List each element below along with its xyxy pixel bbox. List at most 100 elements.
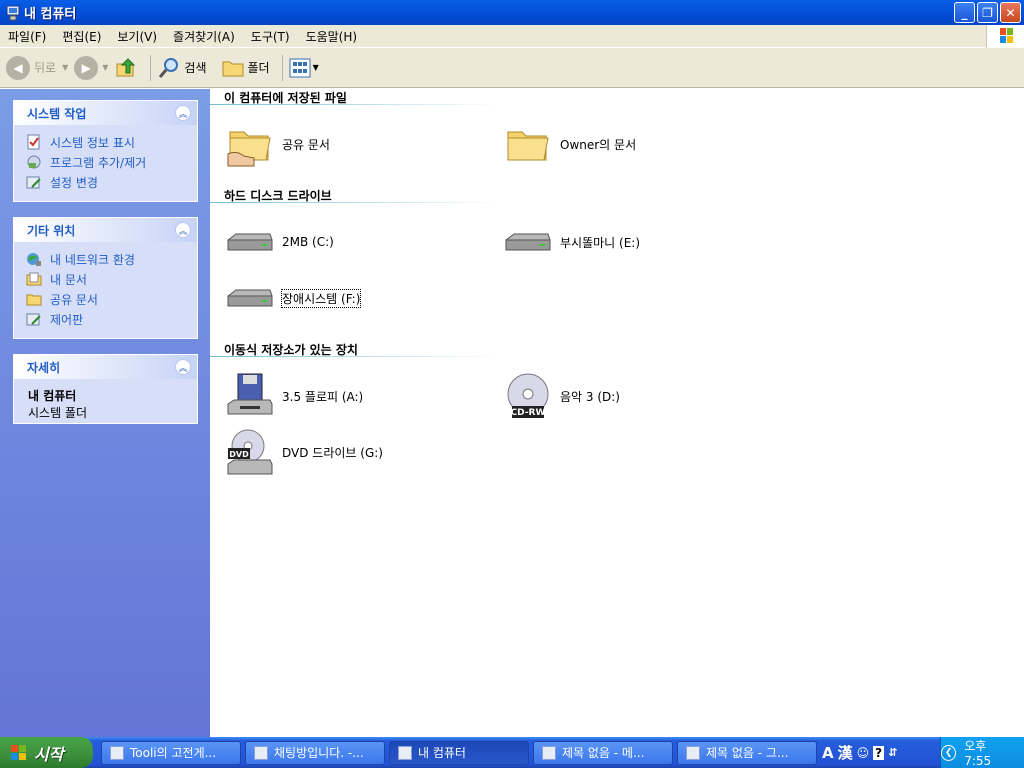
section-divider [210, 202, 500, 203]
task-pane: 시스템 작업 ︽ 시스템 정보 표시 프로그램 추가/제거 설정 변경 기타 위… [0, 89, 210, 737]
system-tray: ❮ 오후 7:55 [940, 737, 1024, 768]
owner-documents-item[interactable]: Owner의 문서 [504, 119, 636, 169]
control-panel-label: 제어판 [50, 312, 84, 327]
start-label: 시작 [34, 744, 64, 764]
system-tasks-header[interactable]: 시스템 작업 ︽ [14, 101, 197, 125]
start-button[interactable]: 시작 [0, 737, 93, 768]
search-label: 검색 [184, 61, 207, 75]
menu-bar: 파일(F) 편집(E) 보기(V) 즐겨찾기(A) 도구(T) 도움말(H) [0, 25, 1024, 48]
taskbar-item-active[interactable]: 내 컴퓨터 [389, 740, 529, 765]
computer-icon [398, 745, 412, 760]
network-places-label: 내 네트워크 환경 [50, 252, 135, 267]
svg-text:CD-RW: CD-RW [511, 408, 546, 418]
toolbar-separator [281, 54, 283, 81]
ime-tool-icon[interactable]: ☺ [857, 746, 870, 760]
details-type: 시스템 폴더 [28, 406, 88, 420]
task-label: 제목 없음 - 그... [706, 746, 789, 760]
other-places-header[interactable]: 기타 위치 ︽ [14, 218, 197, 242]
collapse-icon[interactable]: ︽ [175, 105, 191, 121]
menu-tools[interactable]: 도구(T) [243, 28, 298, 45]
up-folder-button[interactable] [114, 56, 138, 80]
toolbar: ◀ 뒤로 ▼ ▶ ▼ 검색 폴더 ▼ [0, 48, 1024, 88]
window-title: 내 컴퓨터 [24, 7, 77, 22]
add-remove-programs-link[interactable]: 프로그램 추가/제거 [26, 152, 187, 172]
section-divider [210, 104, 500, 105]
details-header[interactable]: 자세히 ︽ [14, 355, 197, 379]
folder-icon [222, 61, 243, 76]
menu-view[interactable]: 보기(V) [109, 28, 165, 45]
windows-logo-icon [986, 25, 1024, 48]
floppy-drive-item[interactable]: 3.5 플로피 (A:) [226, 371, 363, 421]
details-title: 자세히 [27, 360, 61, 375]
views-icon [289, 58, 311, 77]
taskbar-item[interactable]: Tooli의 고전게... [101, 740, 241, 765]
forward-arrow-icon: ▶ [74, 55, 99, 80]
up-folder-icon [116, 57, 136, 76]
menu-edit[interactable]: 편집(E) [54, 28, 109, 45]
change-setting-label: 설정 변경 [50, 175, 98, 190]
change-setting-link[interactable]: 설정 변경 [26, 172, 187, 192]
minimize-button[interactable]: _ [954, 2, 975, 23]
collapse-icon[interactable]: ︽ [175, 359, 191, 375]
task-label: 채팅방입니다. -... [274, 746, 364, 760]
drive-e-item[interactable]: 부시똘마니 (E:) [504, 217, 640, 267]
restore-button[interactable]: ❐ [977, 2, 998, 23]
title-bar[interactable]: 내 컴퓨터 _ ❐ ✕ [0, 0, 1024, 25]
my-documents-link[interactable]: 내 문서 [26, 269, 187, 289]
system-info-label: 시스템 정보 표시 [50, 135, 135, 150]
menu-help[interactable]: 도움말(H) [298, 28, 366, 45]
window-icon [254, 745, 268, 760]
shared-documents-label: 공유 문서 [50, 292, 98, 307]
system-tasks-title: 시스템 작업 [27, 106, 87, 121]
taskbar-item[interactable]: 제목 없음 - 그... [677, 740, 817, 765]
help-icon[interactable]: ? [873, 745, 885, 760]
task-label: 내 컴퓨터 [418, 746, 466, 760]
drive-f-item[interactable]: 장애시스템 (F:) [226, 273, 362, 323]
item-label: DVD 드라이브 (G:) [282, 445, 383, 460]
folders-button[interactable]: 폴더 [221, 56, 270, 80]
search-button[interactable]: 검색 [157, 56, 207, 80]
windows-logo-icon [11, 744, 26, 760]
ime-options-icon[interactable]: ⇵ [888, 746, 897, 759]
cd-drive-item[interactable]: CD-RW 음악 3 (D:) [504, 371, 620, 421]
network-places-link[interactable]: 내 네트워크 환경 [26, 249, 187, 269]
dvd-drive-item[interactable]: DVD DVD 드라이브 (G:) [226, 427, 383, 477]
drive-c-item[interactable]: 2MB (C:) [226, 217, 334, 267]
views-button[interactable]: ▼ [289, 58, 319, 78]
forward-button[interactable]: ▶ ▼ [74, 55, 108, 80]
system-tasks-panel: 시스템 작업 ︽ 시스템 정보 표시 프로그램 추가/제거 설정 변경 [13, 100, 198, 202]
taskbar-item[interactable]: 채팅방입니다. -... [245, 740, 385, 765]
menu-file[interactable]: 파일(F) [0, 28, 54, 45]
taskbar: 시작 Tooli의 고전게... 채팅방입니다. -... 내 컴퓨터 제목 없… [0, 737, 1024, 768]
hard-drive-icon [227, 233, 273, 251]
menu-favorites[interactable]: 즐겨찾기(A) [165, 28, 243, 45]
my-documents-label: 내 문서 [50, 272, 87, 287]
back-label: 뒤로 [34, 61, 57, 75]
network-icon [27, 253, 41, 266]
hard-drive-icon [227, 289, 273, 307]
shared-documents-item[interactable]: 공유 문서 [226, 119, 330, 169]
computer-icon [6, 5, 20, 20]
ime-mode-a[interactable]: A [822, 744, 834, 762]
system-info-link[interactable]: 시스템 정보 표시 [26, 132, 187, 152]
item-label: 음악 3 (D:) [560, 389, 620, 404]
dvd-icon: DVD [227, 429, 273, 475]
hard-drive-icon [505, 233, 551, 251]
ime-mode-han[interactable]: 漢 [838, 742, 853, 763]
collapse-icon[interactable]: ︽ [175, 222, 191, 238]
taskbar-item[interactable]: 제목 없음 - 메... [533, 740, 673, 765]
svg-text:DVD: DVD [229, 450, 249, 459]
back-button[interactable]: ◀ 뒤로 ▼ [6, 55, 68, 80]
tray-expand-icon[interactable]: ❮ [941, 744, 957, 761]
control-panel-link[interactable]: 제어판 [26, 309, 187, 329]
clock[interactable]: 오후 7:55 [964, 737, 1014, 768]
search-icon [159, 57, 179, 78]
section-divider [210, 356, 500, 357]
shared-documents-link[interactable]: 공유 문서 [26, 289, 187, 309]
system-info-icon [27, 134, 40, 150]
add-remove-programs-label: 프로그램 추가/제거 [50, 155, 147, 170]
item-label: Owner의 문서 [560, 137, 637, 152]
close-button[interactable]: ✕ [1000, 2, 1021, 23]
ime-toolbar: A 漢 ☺ ? ⇵ [822, 737, 897, 768]
window-icon [110, 745, 124, 760]
